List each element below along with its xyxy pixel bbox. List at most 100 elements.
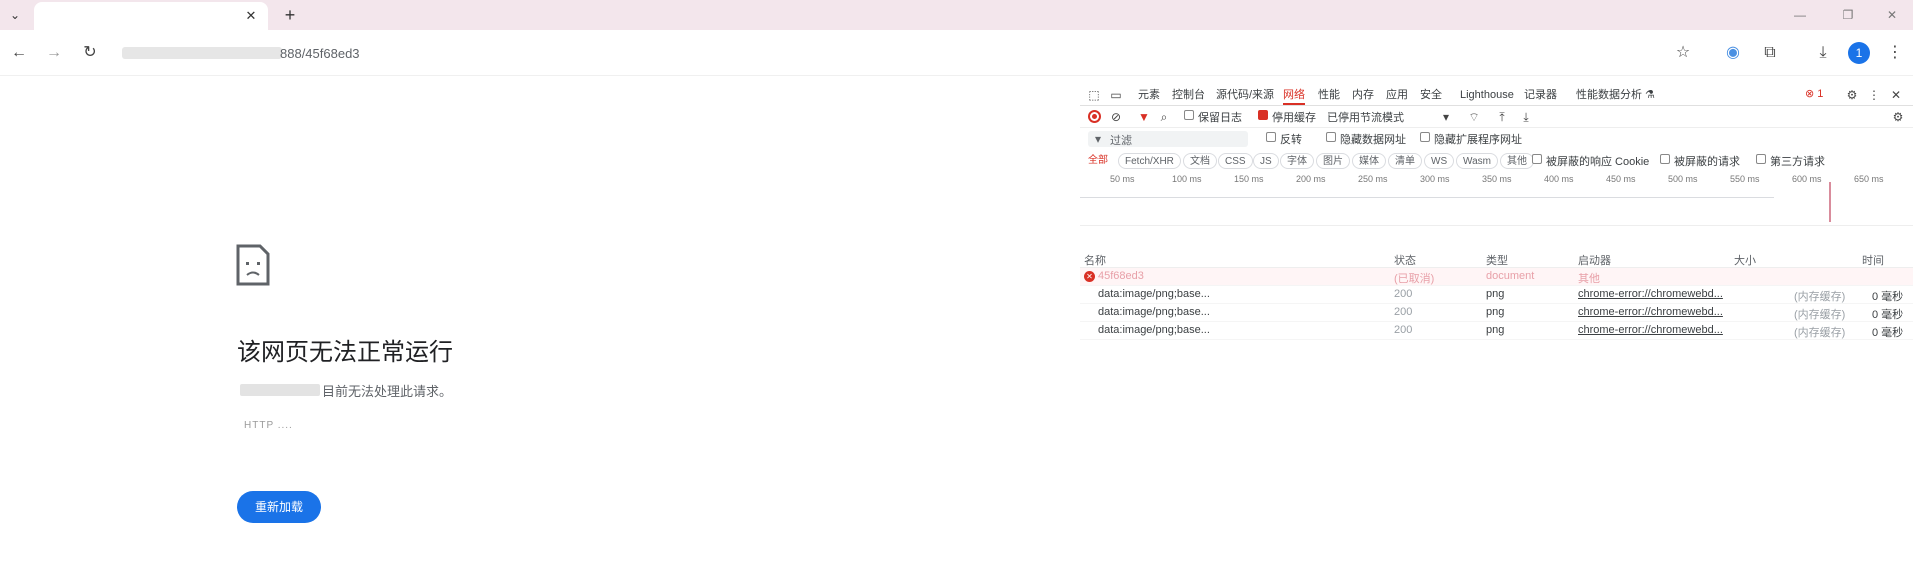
back-arrow-icon[interactable]: ← — [8, 42, 30, 64]
reload-button[interactable]: 重新加载 — [237, 491, 321, 523]
tab-network[interactable]: 网络 — [1283, 87, 1305, 105]
tab-strip: ⌄ ✕ + — ❐ ✕ — [0, 0, 1913, 30]
profile-avatar[interactable]: 1 — [1848, 42, 1870, 64]
column-time[interactable]: 时间 — [1862, 252, 1884, 268]
close-window-button[interactable]: ✕ — [1872, 4, 1912, 26]
error-count-badge[interactable]: ⊗ 1 — [1805, 87, 1823, 100]
request-size: (内存缓存) — [1794, 291, 1846, 303]
new-tab-button[interactable]: + — [280, 5, 300, 25]
tab-console[interactable]: 控制台 — [1172, 87, 1205, 105]
type-filter-ws[interactable]: WS — [1424, 153, 1455, 169]
table-row[interactable]: ✕ 45f68ed3 (已取消) document 其他 — [1080, 268, 1913, 286]
throttling-select[interactable]: 已停用节流模式 — [1327, 109, 1404, 125]
type-filter-js[interactable]: JS — [1253, 153, 1279, 169]
type-filter-fetch[interactable]: Fetch/XHR — [1118, 153, 1181, 169]
table-row[interactable]: data:image/png;base... 200 png chrome-er… — [1080, 322, 1913, 340]
column-initiator[interactable]: 启动器 — [1578, 252, 1611, 268]
disable-cache-checkbox[interactable] — [1258, 110, 1268, 120]
request-name: data:image/png;base... — [1098, 306, 1210, 318]
chevron-down-icon[interactable]: ▾ — [1438, 109, 1454, 125]
hide-data-urls-label: 隐藏数据网址 — [1340, 134, 1406, 146]
tab-performance-insights[interactable]: 性能数据分析 ⚗ — [1576, 87, 1655, 105]
type-filter-font[interactable]: 字体 — [1280, 153, 1314, 169]
download-icon[interactable]: ⤓ — [1812, 42, 1834, 64]
table-row[interactable]: data:image/png;base... 200 png chrome-er… — [1080, 304, 1913, 322]
timeline-tick: 100 ms — [1172, 174, 1202, 184]
settings-gear-icon[interactable]: ⚙ — [1844, 87, 1860, 103]
tab-performance[interactable]: 性能 — [1318, 87, 1340, 105]
hide-extension-urls-label: 隐藏扩展程序网址 — [1434, 134, 1522, 146]
devtools-menu-icon[interactable]: ⋮ — [1866, 87, 1882, 103]
request-initiator-link[interactable]: chrome-error://chromewebd... — [1578, 324, 1728, 336]
restore-button[interactable]: ❐ — [1828, 4, 1868, 26]
network-conditions-icon[interactable]: ⌔ — [1466, 109, 1482, 125]
error-status-icon: ✕ — [1084, 271, 1095, 282]
search-icon[interactable]: ⌕ — [1156, 109, 1172, 125]
request-size: (内存缓存) — [1794, 327, 1846, 339]
type-filter-other[interactable]: 其他 — [1500, 153, 1534, 169]
minimize-button[interactable]: — — [1780, 4, 1820, 26]
tab-recorder[interactable]: 记录器 — [1524, 87, 1557, 105]
type-filter-media[interactable]: 媒体 — [1352, 153, 1386, 169]
blocked-cookies-checkbox[interactable] — [1532, 154, 1542, 164]
timeline-bar — [1080, 197, 1774, 198]
export-har-icon[interactable]: ⤓ — [1518, 109, 1534, 125]
inspect-element-icon[interactable]: ⬚ — [1086, 87, 1102, 103]
browser-tab[interactable]: ✕ — [34, 2, 268, 30]
preserve-log-checkbox[interactable] — [1184, 110, 1194, 120]
type-filter-css[interactable]: CSS — [1218, 153, 1253, 169]
tab-sources[interactable]: 源代码/来源 — [1216, 87, 1274, 105]
request-name: data:image/png;base... — [1098, 288, 1210, 300]
extension-icon[interactable]: ◉ — [1722, 42, 1744, 64]
hide-data-urls-checkbox[interactable] — [1326, 132, 1336, 142]
request-name: data:image/png;base... — [1098, 324, 1210, 336]
address-bar[interactable]: 888/45f68ed3 — [112, 38, 1702, 68]
column-type[interactable]: 类型 — [1486, 252, 1508, 268]
table-row[interactable]: data:image/png;base... 200 png chrome-er… — [1080, 286, 1913, 304]
type-filter-doc[interactable]: 文档 — [1183, 153, 1217, 169]
record-icon[interactable] — [1088, 110, 1101, 123]
tab-elements[interactable]: 元素 — [1138, 87, 1160, 105]
error-page: 该网页无法正常运行 目前无法处理此请求。 HTTP .... 重新加载 — [0, 76, 1080, 575]
clear-icon[interactable]: ⊘ — [1108, 109, 1124, 125]
tab-search-chevron-icon[interactable]: ⌄ — [6, 6, 24, 24]
filter-icon[interactable]: ▼ — [1136, 109, 1152, 125]
filter-funnel-icon: ▾ — [1094, 132, 1102, 146]
request-status: 200 — [1394, 306, 1413, 318]
filter-input[interactable]: ▾ 过滤 — [1088, 131, 1248, 147]
network-toolbar: ⊘ ▼ ⌕ 保留日志 停用缓存 已停用节流模式 ▾ ⌔ ⤒ ⤓ ⚙ — [1080, 106, 1913, 128]
type-filter-img[interactable]: 图片 — [1316, 153, 1350, 169]
bookmark-star-icon[interactable]: ☆ — [1672, 42, 1694, 64]
error-title: 该网页无法正常运行 — [237, 339, 453, 366]
blocked-requests-checkbox[interactable] — [1660, 154, 1670, 164]
column-size[interactable]: 大小 — [1734, 252, 1756, 268]
column-name[interactable]: 名称 — [1084, 252, 1106, 268]
request-type: png — [1486, 306, 1505, 318]
request-type: document — [1486, 270, 1535, 282]
reload-icon[interactable]: ↻ — [79, 42, 101, 64]
column-status[interactable]: 状态 — [1394, 252, 1416, 268]
invert-checkbox[interactable] — [1266, 132, 1276, 142]
menu-kebab-icon[interactable]: ⋮ — [1884, 42, 1906, 64]
type-filter-all[interactable]: 全部 — [1082, 153, 1114, 169]
request-initiator-link[interactable]: chrome-error://chromewebd... — [1578, 288, 1728, 300]
type-filter-manifest[interactable]: 清单 — [1388, 153, 1422, 169]
type-filter-wasm[interactable]: Wasm — [1456, 153, 1498, 169]
network-timeline[interactable]: 50 ms 100 ms 150 ms 200 ms 250 ms 300 ms… — [1080, 172, 1913, 226]
request-type: png — [1486, 288, 1505, 300]
import-har-icon[interactable]: ⤒ — [1494, 109, 1510, 125]
network-settings-icon[interactable]: ⚙ — [1890, 109, 1906, 125]
tab-application[interactable]: 应用 — [1386, 87, 1408, 105]
hide-extension-urls-checkbox[interactable] — [1420, 132, 1430, 142]
tab-lighthouse[interactable]: Lighthouse — [1460, 87, 1514, 105]
extensions-puzzle-icon[interactable]: ⧉ — [1759, 42, 1781, 64]
forward-arrow-icon[interactable]: → — [43, 42, 65, 64]
tab-memory[interactable]: 内存 — [1352, 87, 1374, 105]
request-initiator-link[interactable]: chrome-error://chromewebd... — [1578, 306, 1728, 318]
tab-close-icon[interactable]: ✕ — [242, 7, 260, 25]
device-toolbar-icon[interactable]: ▭ — [1108, 87, 1124, 103]
tab-security[interactable]: 安全 — [1420, 87, 1442, 105]
third-party-checkbox[interactable] — [1756, 154, 1766, 164]
blocked-requests-label: 被屏蔽的请求 — [1674, 156, 1740, 168]
close-devtools-icon[interactable]: ✕ — [1888, 87, 1904, 103]
